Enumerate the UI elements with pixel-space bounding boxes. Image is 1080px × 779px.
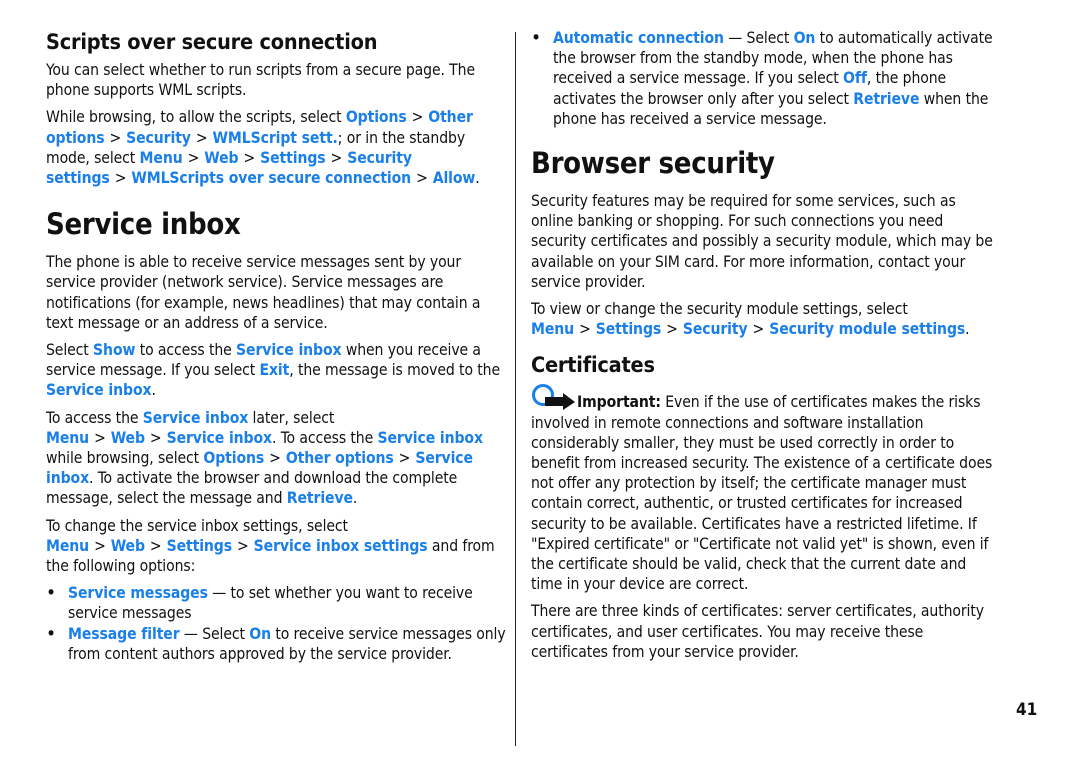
menu-path-link[interactable]: Service inbox settings [254, 537, 428, 555]
list-item: Service messages — to set whether you wa… [46, 583, 508, 623]
important-note: Important: Even if the use of certificat… [531, 383, 993, 594]
menu-path-link[interactable]: Allow [433, 169, 476, 187]
page-number: 41 [1016, 700, 1038, 720]
security-intro: Security features may be required for so… [531, 192, 993, 291]
menu-path-link[interactable]: Settings [260, 149, 326, 167]
path-separator: > [666, 320, 678, 339]
security-module-instructions: To view or change the security module se… [531, 300, 970, 339]
menu-path-link[interactable]: Settings [596, 320, 662, 338]
section-heading-browser-security: Browser security [531, 146, 775, 181]
option-link[interactable]: Service inbox [236, 341, 342, 359]
menu-path-link[interactable]: Menu [46, 429, 89, 447]
inbox-intro: The phone is able to receive service mes… [46, 253, 481, 332]
menu-path-link[interactable]: Menu [140, 149, 183, 167]
path-separator: > [579, 320, 591, 339]
option-link[interactable]: Service inbox [46, 381, 152, 399]
path-separator: > [330, 148, 343, 167]
path-separator: > [416, 169, 428, 188]
option-link[interactable]: Automatic connection [553, 29, 724, 47]
option-link[interactable]: Service inbox [377, 429, 483, 447]
path-separator: > [195, 128, 208, 147]
menu-path-link[interactable]: Security [126, 129, 191, 147]
inbox-access: To access the Service inbox later, selec… [46, 408, 483, 508]
path-separator: > [94, 536, 106, 555]
option-link[interactable]: On [249, 625, 271, 643]
column-divider [515, 32, 516, 746]
menu-path-link[interactable]: Menu [46, 537, 89, 555]
menu-path-link[interactable]: Settings [167, 537, 233, 555]
inbox-options-list: Service messages — to set whether you wa… [46, 583, 508, 664]
path-separator: > [109, 128, 122, 147]
menu-path-link[interactable]: WMLScript sett. [213, 129, 338, 147]
scripts-intro: You can select whether to run scripts fr… [46, 61, 475, 100]
option-link[interactable]: Service messages [68, 584, 208, 602]
section-heading-service-inbox: Service inbox [46, 207, 241, 242]
option-link[interactable]: Retrieve [287, 489, 353, 507]
menu-path-link[interactable]: Options [346, 108, 407, 126]
inbox-settings: To change the service inbox settings, se… [46, 516, 495, 576]
certificate-kinds: There are three kinds of certificates: s… [531, 602, 984, 661]
option-link[interactable]: Message filter [68, 625, 180, 643]
right-column: Automatic connection — Select On to auto… [531, 28, 993, 669]
menu-path-link[interactable]: Other options [286, 449, 394, 467]
path-separator: > [114, 169, 127, 188]
option-link[interactable]: On [794, 29, 816, 47]
section-heading-scripts: Scripts over secure connection [46, 30, 378, 55]
important-label: Important: [577, 393, 661, 412]
menu-path-link[interactable]: Service inbox [167, 429, 273, 447]
menu-path-link[interactable]: Web [111, 429, 145, 447]
path-separator: > [149, 536, 162, 555]
path-separator: > [94, 428, 106, 447]
list-item: Automatic connection — Select On to auto… [531, 28, 993, 129]
inbox-options-list-continued: Automatic connection — Select On to auto… [531, 28, 993, 129]
path-separator: > [269, 449, 281, 468]
option-link[interactable]: Retrieve [853, 90, 919, 108]
option-link[interactable]: Exit [259, 361, 289, 379]
section-heading-certificates: Certificates [531, 353, 655, 379]
menu-path-link[interactable]: Options [203, 449, 264, 467]
menu-path-link[interactable]: Security [683, 320, 748, 338]
path-separator: > [752, 320, 765, 339]
path-separator: > [237, 536, 249, 555]
scripts-instructions: While browsing, to allow the scripts, se… [46, 108, 480, 188]
menu-path-link[interactable]: WMLScripts over secure connection [131, 169, 411, 187]
path-separator: > [187, 148, 200, 167]
path-separator: > [398, 449, 411, 468]
option-link[interactable]: Service inbox [143, 409, 249, 427]
inbox-show-exit: Select Show to access the Service inbox … [46, 341, 501, 400]
path-separator: > [243, 148, 256, 167]
path-separator: > [149, 428, 162, 447]
option-link[interactable]: Off [843, 69, 867, 87]
menu-path-link[interactable]: Web [111, 537, 145, 555]
menu-path-link[interactable]: Menu [531, 320, 574, 338]
menu-path-link[interactable]: Security module settings [769, 320, 965, 338]
menu-path-link[interactable]: Web [204, 149, 238, 167]
important-pointer-icon [531, 383, 577, 411]
option-link[interactable]: Show [93, 341, 135, 359]
left-column: Scripts over secure connection You can s… [46, 28, 508, 664]
path-separator: > [411, 108, 424, 127]
list-item: Message filter — Select On to receive se… [46, 624, 508, 664]
